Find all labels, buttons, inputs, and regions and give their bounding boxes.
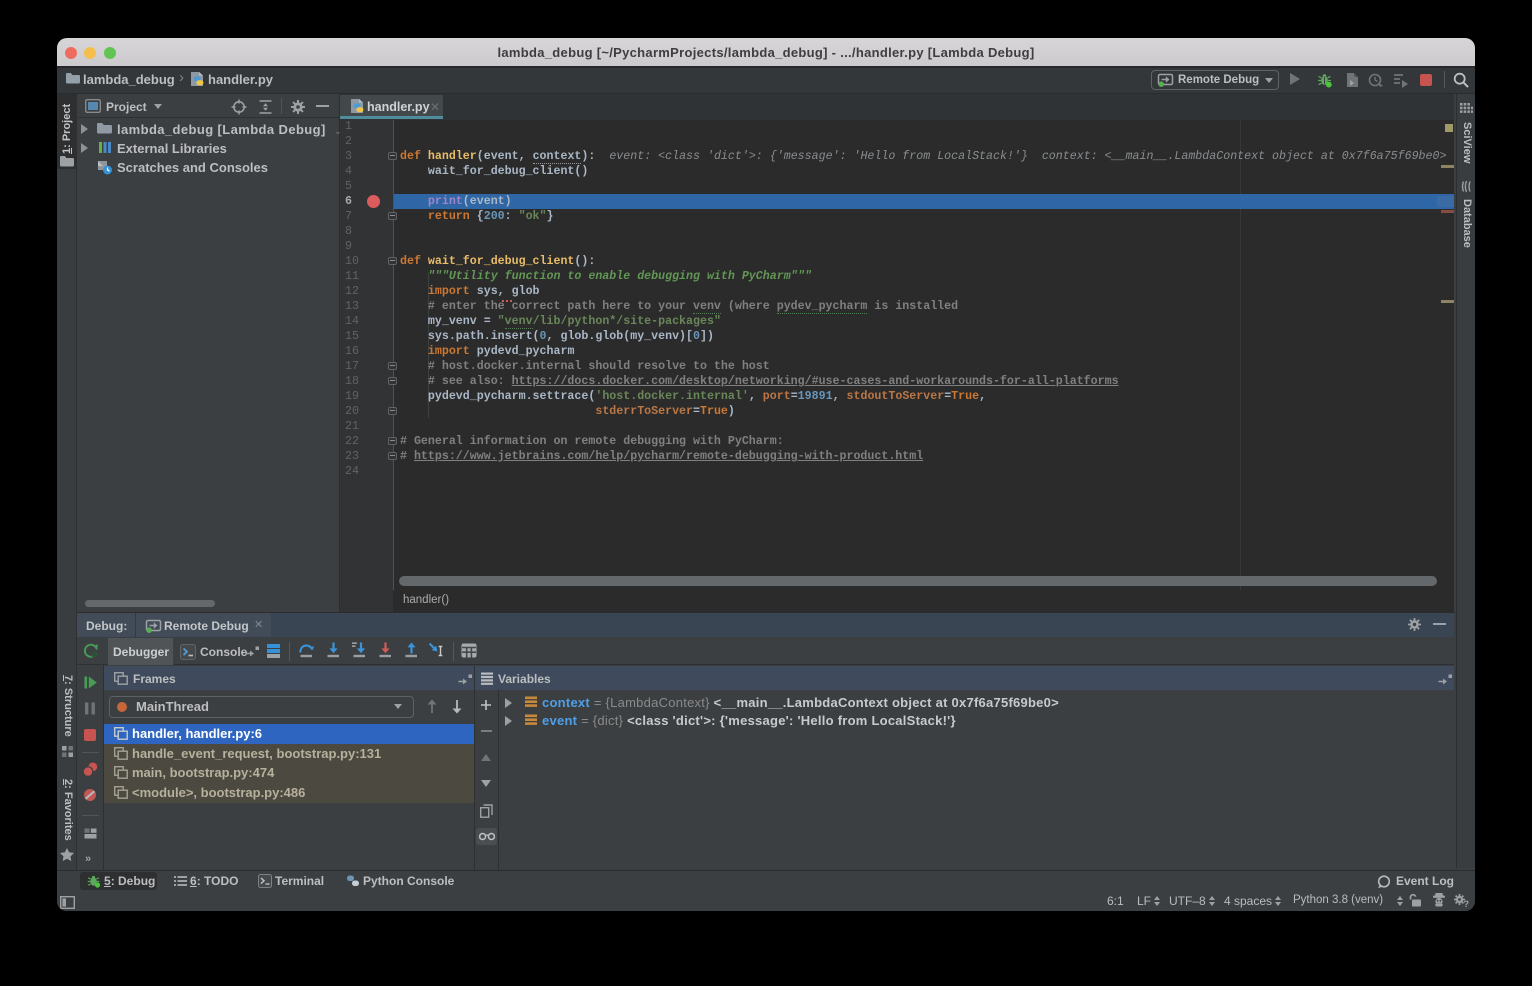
svg-text:?: ? (1464, 899, 1470, 908)
